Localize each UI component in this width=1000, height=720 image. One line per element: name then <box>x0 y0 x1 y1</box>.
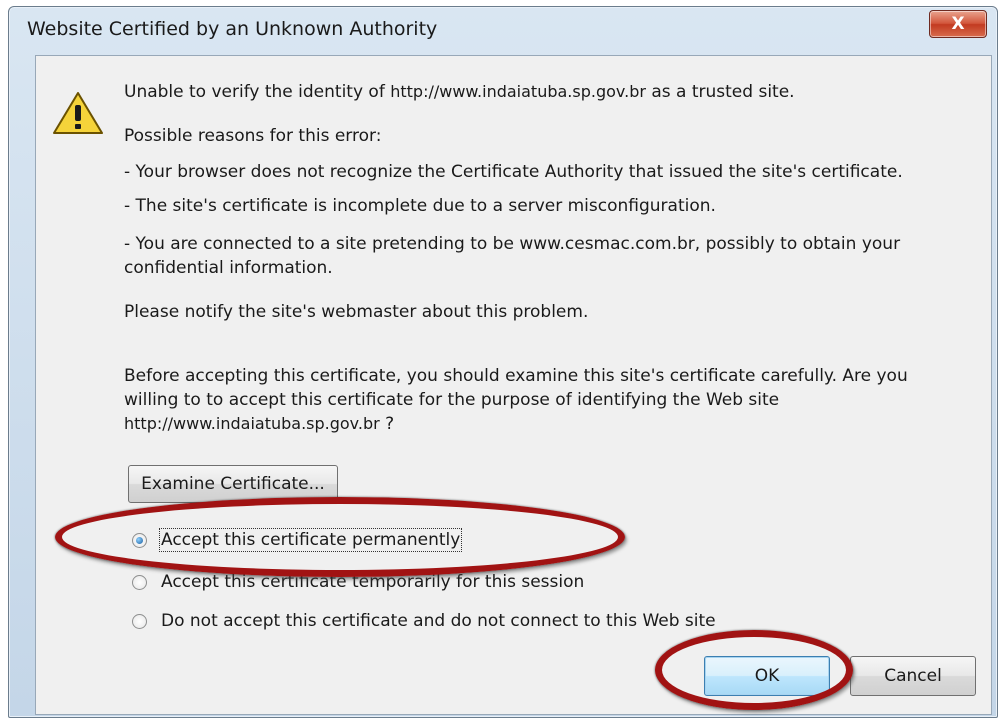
intro-line: Unable to verify the identity of http://… <box>124 80 795 104</box>
certificate-dialog: Website Certified by an Unknown Authorit… <box>8 6 998 718</box>
question-mark: ? <box>385 414 395 434</box>
dialog-title: Website Certified by an Unknown Authorit… <box>27 18 438 40</box>
reason-2: - The site's certificate is incomplete d… <box>124 196 716 216</box>
close-button[interactable]: X <box>929 10 987 38</box>
intro-prefix: Unable to verify the identity of <box>124 82 385 102</box>
notify-text: Please notify the site's webmaster about… <box>124 302 589 322</box>
option-label: Do not accept this certificate and do no… <box>161 611 716 631</box>
option-accept-permanently[interactable]: Accept this certificate permanently <box>132 527 463 553</box>
dialog-body: Unable to verify the identity of http://… <box>35 55 992 715</box>
reasons-heading: Possible reasons for this error: <box>124 126 382 146</box>
option-label: Accept this certificate permanently <box>158 528 463 552</box>
before-line-2: willing to to accept this certificate fo… <box>124 390 780 410</box>
warning-icon <box>53 92 103 134</box>
before-line-1: Before accepting this certificate, you s… <box>124 366 908 386</box>
site-url: http://www.indaiatuba.sp.gov.br <box>390 82 646 101</box>
reason-1: - Your browser does not recognize the Ce… <box>124 162 903 182</box>
reason-3-line-2: confidential information. <box>124 258 333 278</box>
option-do-not-accept[interactable]: Do not accept this certificate and do no… <box>132 608 716 634</box>
option-accept-temporarily[interactable]: Accept this certificate temporarily for … <box>132 569 584 595</box>
title-bar[interactable]: Website Certified by an Unknown Authorit… <box>9 7 997 49</box>
reason-3-line-1: - You are connected to a site pretending… <box>124 234 901 254</box>
intro-suffix: as a trusted site. <box>651 82 795 102</box>
examine-certificate-button[interactable]: Examine Certificate... <box>128 465 338 503</box>
close-icon: X <box>951 14 965 34</box>
cancel-button[interactable]: Cancel <box>850 656 976 696</box>
option-label: Accept this certificate temporarily for … <box>161 572 585 592</box>
ok-button[interactable]: OK <box>704 656 830 696</box>
radio-do-not-accept[interactable] <box>132 613 147 629</box>
before-url: http://www.indaiatuba.sp.gov.br <box>124 414 380 433</box>
radio-accept-permanently[interactable] <box>132 532 147 548</box>
radio-accept-temporarily[interactable] <box>132 574 147 590</box>
before-line-3: http://www.indaiatuba.sp.gov.br ? <box>124 412 394 436</box>
